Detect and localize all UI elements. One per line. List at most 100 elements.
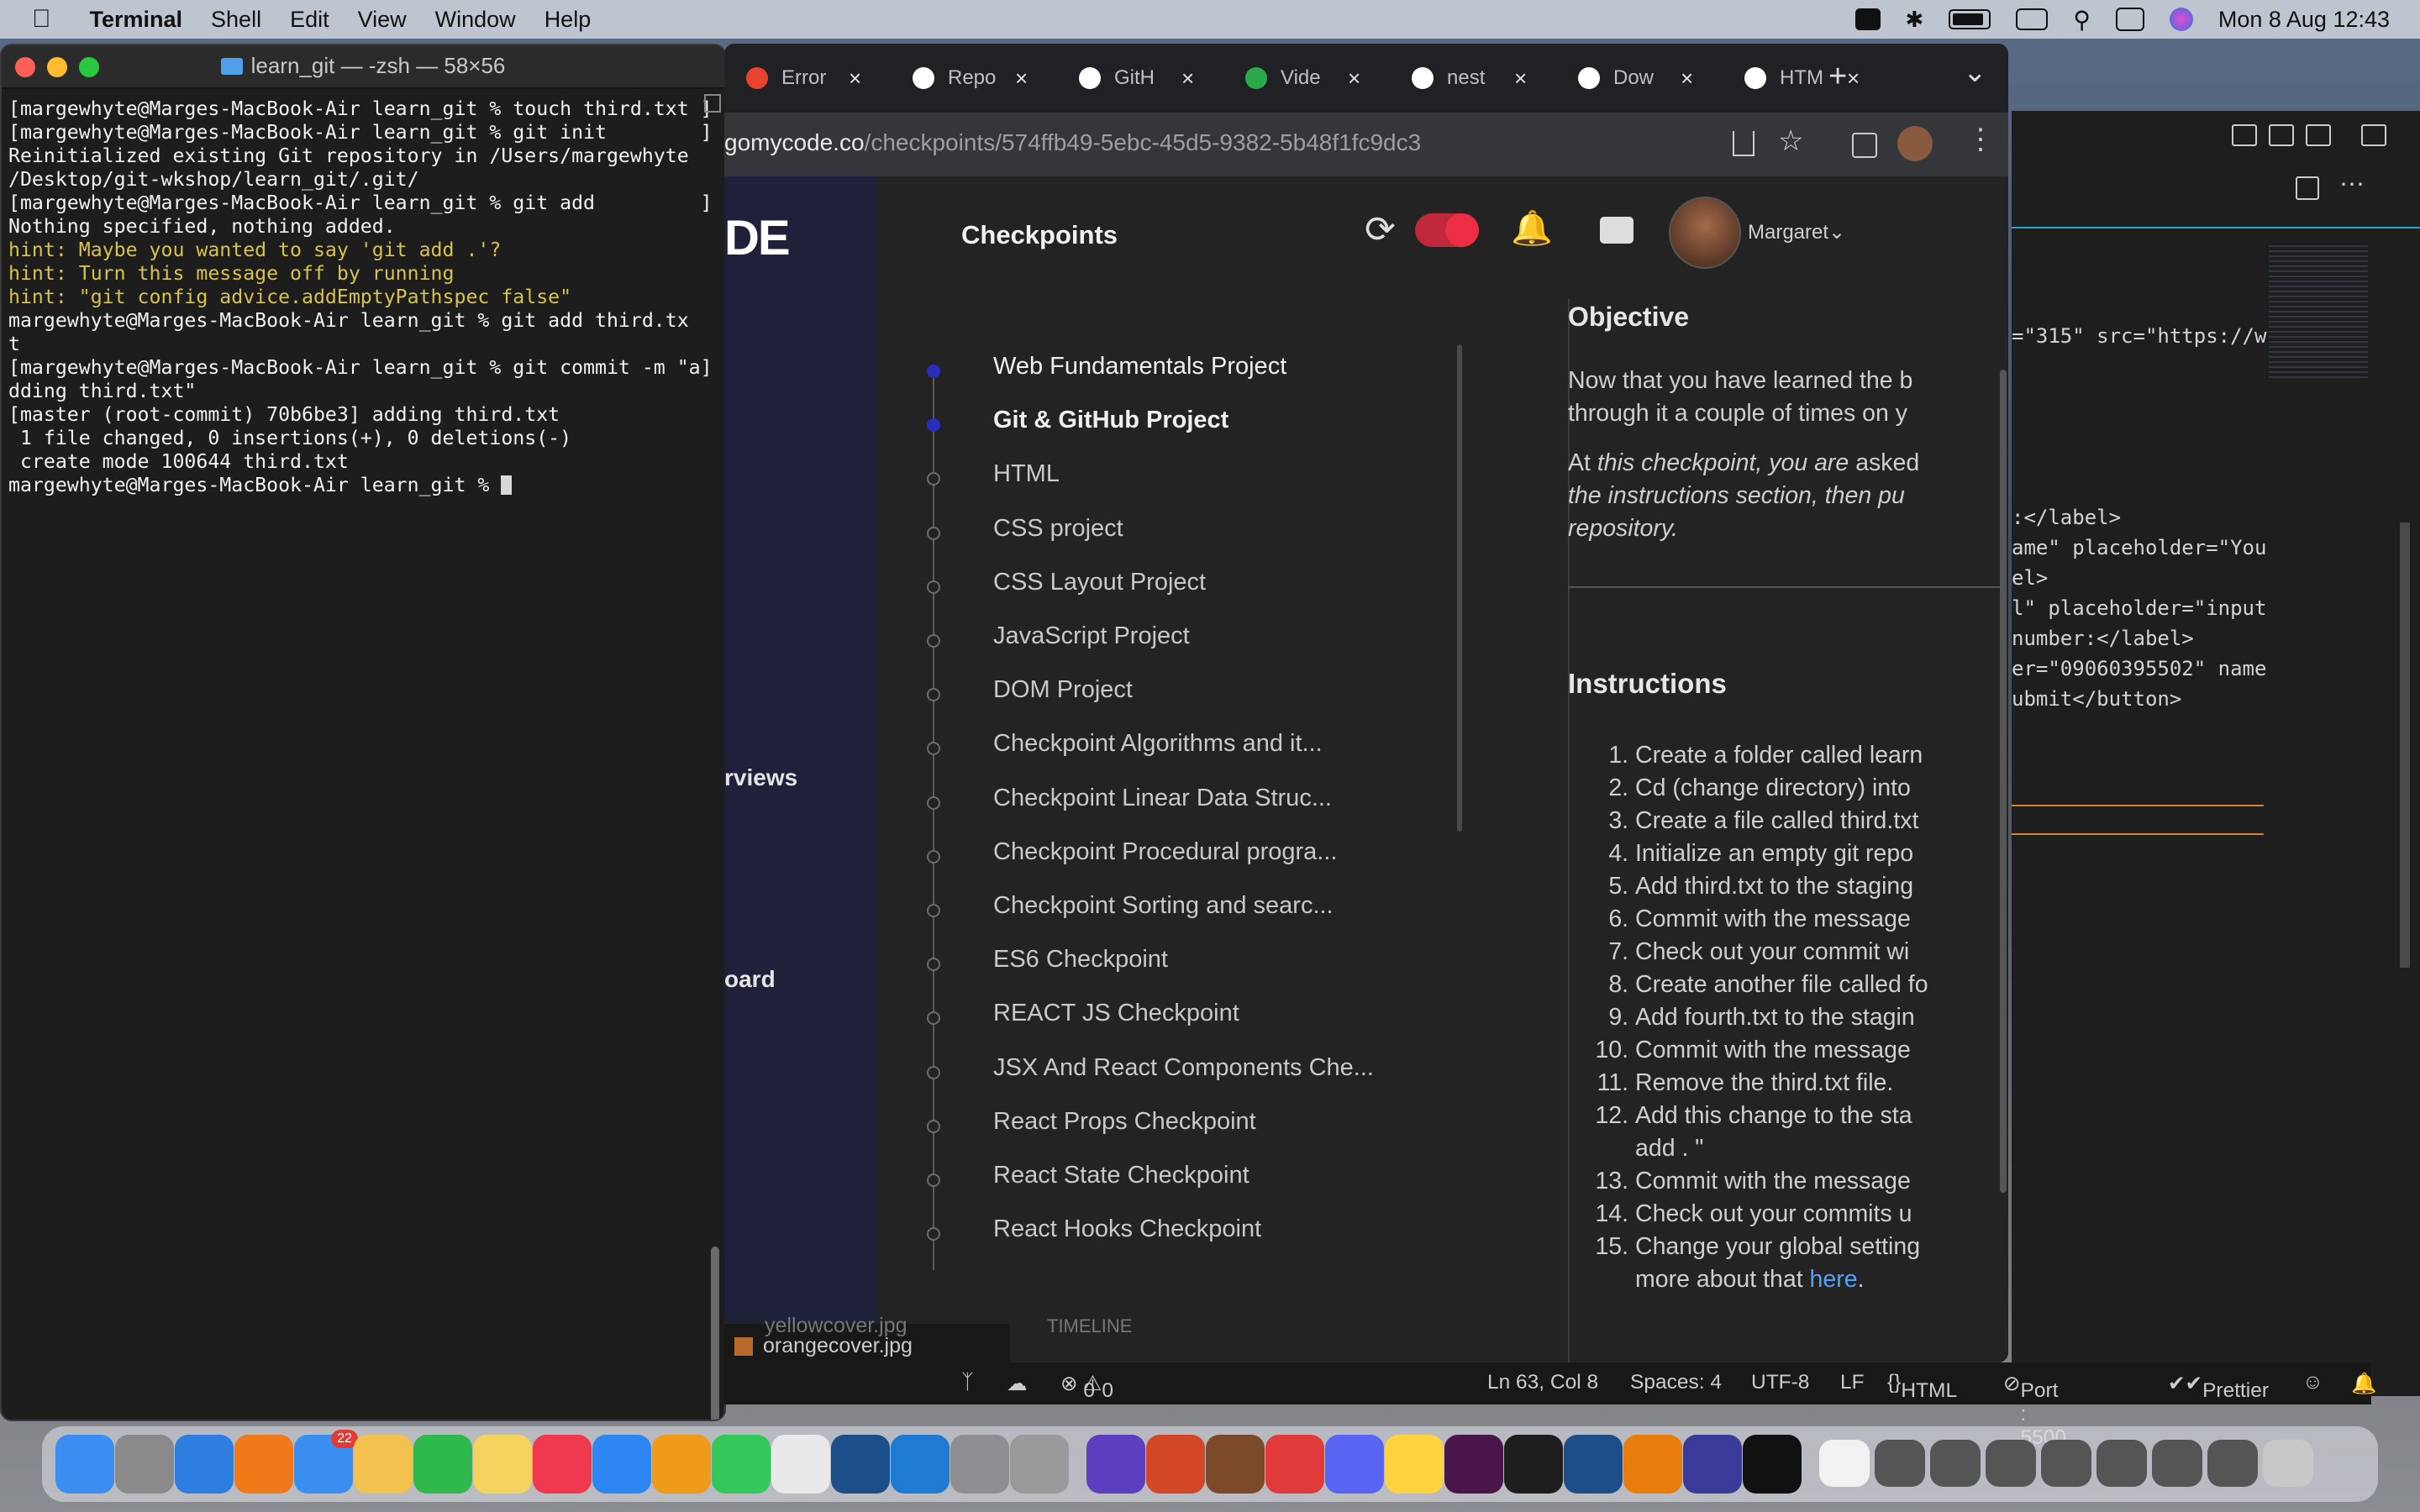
battery-icon[interactable] (1949, 9, 1991, 29)
url-field[interactable]: gomycode.co/checkpoints/574ffb49-5ebc-45… (724, 129, 1421, 156)
close-tab-icon[interactable]: × (849, 66, 861, 92)
code-line[interactable]: er="09060395502" name (2012, 657, 2266, 680)
powerpoint-icon[interactable] (1146, 1435, 1205, 1494)
terminal-output[interactable]: [margewhyte@Marges-MacBook-Air learn_git… (2, 89, 724, 497)
editor-scrollbar[interactable] (2400, 522, 2410, 968)
terminal-icon[interactable] (1504, 1435, 1563, 1494)
file-item-orangecover[interactable]: orangecover.jpg (763, 1334, 913, 1358)
encoding[interactable]: UTF-8 (1751, 1371, 1809, 1394)
notifications-icon[interactable]: 🔔 (2351, 1371, 2377, 1396)
notifications-bell-icon[interactable]: 🔔 (1511, 208, 1553, 248)
toggle-panel-icon[interactable] (2269, 124, 2294, 146)
trash-icon[interactable] (2263, 1440, 2313, 1487)
vscode-icon[interactable] (891, 1435, 950, 1494)
close-tab-icon[interactable]: × (1681, 66, 1693, 92)
profile-avatar[interactable] (1897, 126, 1933, 161)
photos-icon[interactable] (354, 1435, 413, 1494)
customize-layout-icon[interactable] (2361, 124, 2386, 146)
code-line[interactable]: ="315" src="https://w (2012, 324, 2266, 348)
terminal-marks-icon[interactable] (704, 94, 721, 113)
color-picker-icon[interactable] (1385, 1435, 1444, 1494)
site-logo[interactable]: DE (724, 210, 791, 266)
checkpoint-item[interactable]: HTML (993, 460, 1060, 494)
sublime-text-icon[interactable] (652, 1435, 711, 1494)
screenshot-icon[interactable] (2152, 1440, 2202, 1487)
user-avatar[interactable] (1669, 197, 1741, 269)
slack-icon[interactable] (1444, 1435, 1503, 1494)
checkpoint-item[interactable]: Checkpoint Sorting and searc... (993, 892, 1334, 926)
system-preferences-icon[interactable] (950, 1435, 1009, 1494)
app-store-icon[interactable] (592, 1435, 651, 1494)
menu-shell[interactable]: Shell (211, 7, 261, 33)
spotlight-search-icon[interactable]: ⚲ (2073, 6, 2091, 34)
checkpoint-item[interactable]: CSS project (993, 515, 1123, 549)
checkpoint-item[interactable]: Checkpoint Procedural progra... (993, 838, 1337, 872)
close-tab-icon[interactable]: × (1514, 66, 1527, 92)
browser-tab[interactable]: GitH × (1079, 59, 1194, 97)
checkpoint-item[interactable]: Checkpoint Algorithms and it... (993, 730, 1323, 764)
discord-icon[interactable] (1325, 1435, 1384, 1494)
help-icon[interactable] (1010, 1435, 1069, 1494)
indentation[interactable]: Spaces: 4 (1630, 1371, 1722, 1394)
problems-button[interactable]: ⊗ 0 ⚠ 0 (1060, 1371, 1113, 1402)
code-line[interactable]: ubmit</button> (2012, 687, 2181, 711)
checkpoint-item[interactable]: React Props Checkpoint (993, 1108, 1256, 1142)
more-menu-icon[interactable]: ⋮ (1966, 123, 1995, 156)
email-client-icon[interactable] (1265, 1435, 1324, 1494)
code-line[interactable]: el> (2012, 566, 2048, 590)
proton-vpn-icon[interactable] (1086, 1435, 1145, 1494)
menu-view[interactable]: View (358, 7, 407, 33)
checkpoint-item[interactable]: REACT JS Checkpoint (993, 1000, 1239, 1033)
refresh-icon[interactable]: ⟳ (1365, 208, 1396, 251)
chrome-icon[interactable] (771, 1435, 830, 1494)
menu-app-name[interactable]: Terminal (90, 7, 183, 33)
safari-icon[interactable] (175, 1435, 234, 1494)
content-scrollbar[interactable] (2000, 370, 2007, 1193)
mysql-workbench-icon[interactable] (1564, 1435, 1623, 1494)
nav-item-interviews[interactable]: rviews (724, 764, 797, 791)
source-control-icon[interactable]: ᛉ (961, 1371, 974, 1394)
cursor-position[interactable]: Ln 63, Col 8 (1487, 1371, 1598, 1394)
apple-tv-icon[interactable] (1743, 1435, 1802, 1494)
close-tab-icon[interactable]: × (1348, 66, 1360, 92)
control-center-icon[interactable] (2115, 8, 2144, 31)
browser-tab[interactable]: nest × (1412, 59, 1527, 97)
code-line[interactable]: number:</label> (2012, 627, 2194, 650)
firefox-icon[interactable] (234, 1435, 293, 1494)
checkpoint-item[interactable]: Web Fundamentals Project (993, 353, 1286, 386)
screenshot-icon[interactable] (2041, 1440, 2091, 1487)
language-mode[interactable]: {} HTML (1887, 1371, 1957, 1402)
here-link[interactable]: here (1810, 1266, 1858, 1293)
checkpoint-item[interactable]: DOM Project (993, 676, 1133, 710)
messages-icon[interactable] (712, 1435, 771, 1494)
bookmark-star-icon[interactable]: ☆ (1778, 124, 1803, 158)
close-tab-icon[interactable]: × (1847, 66, 1860, 92)
garageband-icon[interactable] (1206, 1435, 1265, 1494)
messages-icon[interactable] (1600, 217, 1634, 244)
share-icon[interactable] (1733, 131, 1754, 156)
browser-tab[interactable]: Error × (746, 59, 861, 97)
menu-window[interactable]: Window (435, 7, 516, 33)
checkpoint-item[interactable]: JavaScript Project (993, 622, 1190, 656)
close-tab-icon[interactable]: × (1015, 66, 1028, 92)
screenshot-icon[interactable] (2207, 1440, 2258, 1487)
toggle-secondary-sidebar-icon[interactable] (2306, 124, 2331, 146)
timeline-section-label[interactable]: TIMELINE (1047, 1315, 1132, 1337)
mysql-workbench-icon[interactable] (831, 1435, 890, 1494)
bbedit-icon[interactable] (1683, 1435, 1742, 1494)
terminal-prompt-line[interactable]: margewhyte@Marges-MacBook-Air learn_git … (8, 474, 724, 497)
launchpad-icon[interactable] (115, 1435, 174, 1494)
document-icon[interactable] (1819, 1440, 1870, 1487)
checkpoint-item[interactable]: React State Checkpoint (993, 1162, 1249, 1195)
apple-icon[interactable]:  (32, 5, 51, 34)
terminal-window[interactable]: learn_git — -zsh — 58×56 [margewhyte@Mar… (0, 44, 726, 1421)
end-of-line[interactable]: LF (1840, 1371, 1865, 1394)
app-status-icon[interactable] (1854, 8, 1881, 30)
address-bar[interactable]: gomycode.co/checkpoints/574ffb49-5ebc-45… (724, 113, 2008, 176)
remote-sync-icon[interactable]: ☁ (1007, 1371, 1028, 1396)
terminal-scrollbar[interactable] (711, 1247, 719, 1420)
screen-mirroring-icon[interactable] (2016, 8, 2049, 30)
toggle-primary-sidebar-icon[interactable] (2232, 124, 2257, 146)
nav-item-dashboard[interactable]: oard (724, 966, 776, 993)
theme-toggle[interactable] (1415, 213, 1479, 247)
